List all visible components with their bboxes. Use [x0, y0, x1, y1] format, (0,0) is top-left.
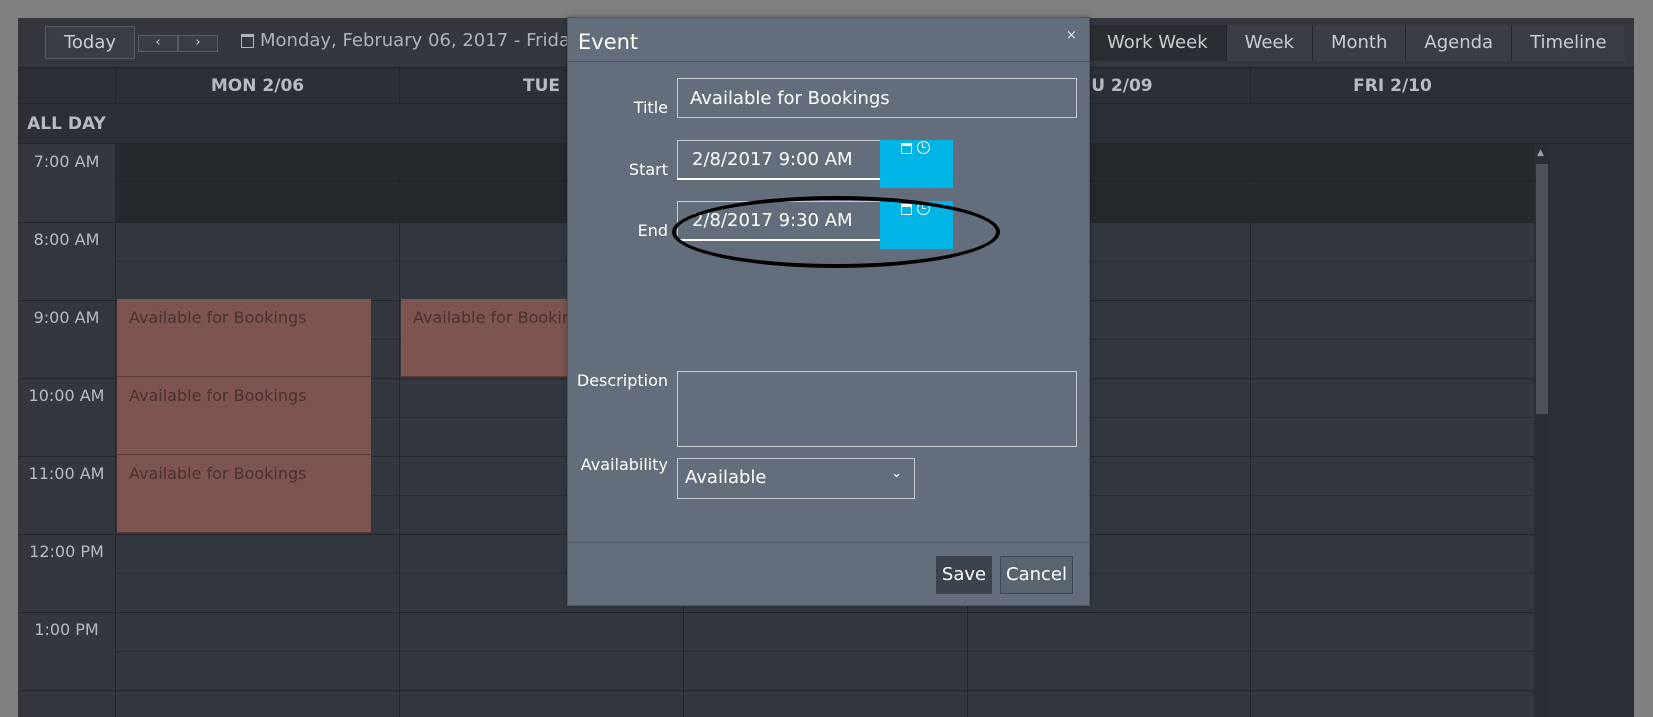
annotation-ellipse	[672, 196, 1000, 268]
view-switcher: Work Week Week Month Agenda Timeline	[1088, 25, 1625, 61]
day-header-fri[interactable]: FRI 2/10	[1250, 68, 1534, 104]
grid-line	[18, 690, 1534, 691]
start-label: Start	[628, 160, 668, 179]
prev-button[interactable]: ‹	[138, 35, 178, 52]
event-mon-11am[interactable]: Available for Bookings	[117, 455, 371, 533]
chevron-down-icon: ⌄	[891, 466, 902, 481]
view-agenda[interactable]: Agenda	[1405, 25, 1512, 61]
calendar-icon	[241, 33, 254, 48]
start-datetime-input[interactable]: 2/8/2017 9:00 AM	[677, 140, 889, 180]
grid-line	[18, 612, 1534, 613]
next-button[interactable]: ›	[178, 35, 218, 52]
availability-value: Available	[685, 467, 767, 488]
column-divider	[399, 144, 400, 717]
view-week[interactable]: Week	[1225, 25, 1312, 61]
hour-label: 11:00 AM	[28, 464, 105, 483]
event-dialog: Event × Title Start 2/8/2017 9:00 AM End…	[567, 17, 1090, 606]
column-divider	[115, 144, 116, 717]
dialog-footer-divider	[568, 542, 1089, 543]
description-label: Description	[576, 371, 668, 390]
start-picker-buttons	[880, 140, 953, 188]
column-divider	[1250, 144, 1251, 717]
event-mon-10am[interactable]: Available for Bookings	[117, 377, 371, 455]
hour-label: 9:00 AM	[33, 308, 100, 327]
dialog-title: Event	[578, 30, 639, 54]
save-button[interactable]: Save	[936, 556, 992, 594]
time-column: 7:00 AM 8:00 AM 9:00 AM 10:00 AM 11:00 A…	[18, 144, 115, 717]
description-textarea[interactable]	[677, 371, 1077, 447]
cancel-button[interactable]: Cancel	[1000, 556, 1073, 594]
clock-icon[interactable]	[917, 141, 930, 154]
view-work-week[interactable]: Work Week	[1088, 25, 1226, 61]
scroll-up-icon[interactable]: ▲	[1537, 148, 1544, 158]
date-range-label: Monday, February 06, 2017 - Friday,	[260, 30, 587, 51]
grid-line	[115, 651, 1534, 652]
day-header-mon[interactable]: MON 2/06	[115, 68, 399, 104]
date-range[interactable]: Monday, February 06, 2017 - Friday,	[241, 30, 586, 51]
hour-label: 1:00 PM	[34, 620, 99, 639]
vertical-scrollbar[interactable]: ▲	[1534, 144, 1550, 717]
title-label: Title	[633, 98, 668, 117]
hour-label: 8:00 AM	[33, 230, 100, 249]
title-input[interactable]	[677, 78, 1077, 118]
calendar-icon[interactable]	[901, 143, 912, 154]
dialog-header-divider	[568, 61, 1089, 62]
view-timeline[interactable]: Timeline	[1511, 25, 1625, 61]
scroll-thumb[interactable]	[1536, 164, 1548, 414]
availability-label: Availability	[580, 455, 668, 474]
hour-label: 12:00 PM	[29, 542, 104, 561]
close-icon[interactable]: ×	[1066, 28, 1077, 43]
view-month[interactable]: Month	[1311, 25, 1406, 61]
event-mon-9am[interactable]: Available for Bookings	[117, 299, 371, 377]
end-label: End	[637, 221, 668, 240]
all-day-label: ALL DAY	[27, 114, 106, 134]
today-button[interactable]: Today	[45, 26, 135, 59]
hour-label: 10:00 AM	[28, 386, 105, 405]
hour-label: 7:00 AM	[33, 152, 100, 171]
availability-select[interactable]: Available ⌄	[677, 458, 915, 499]
